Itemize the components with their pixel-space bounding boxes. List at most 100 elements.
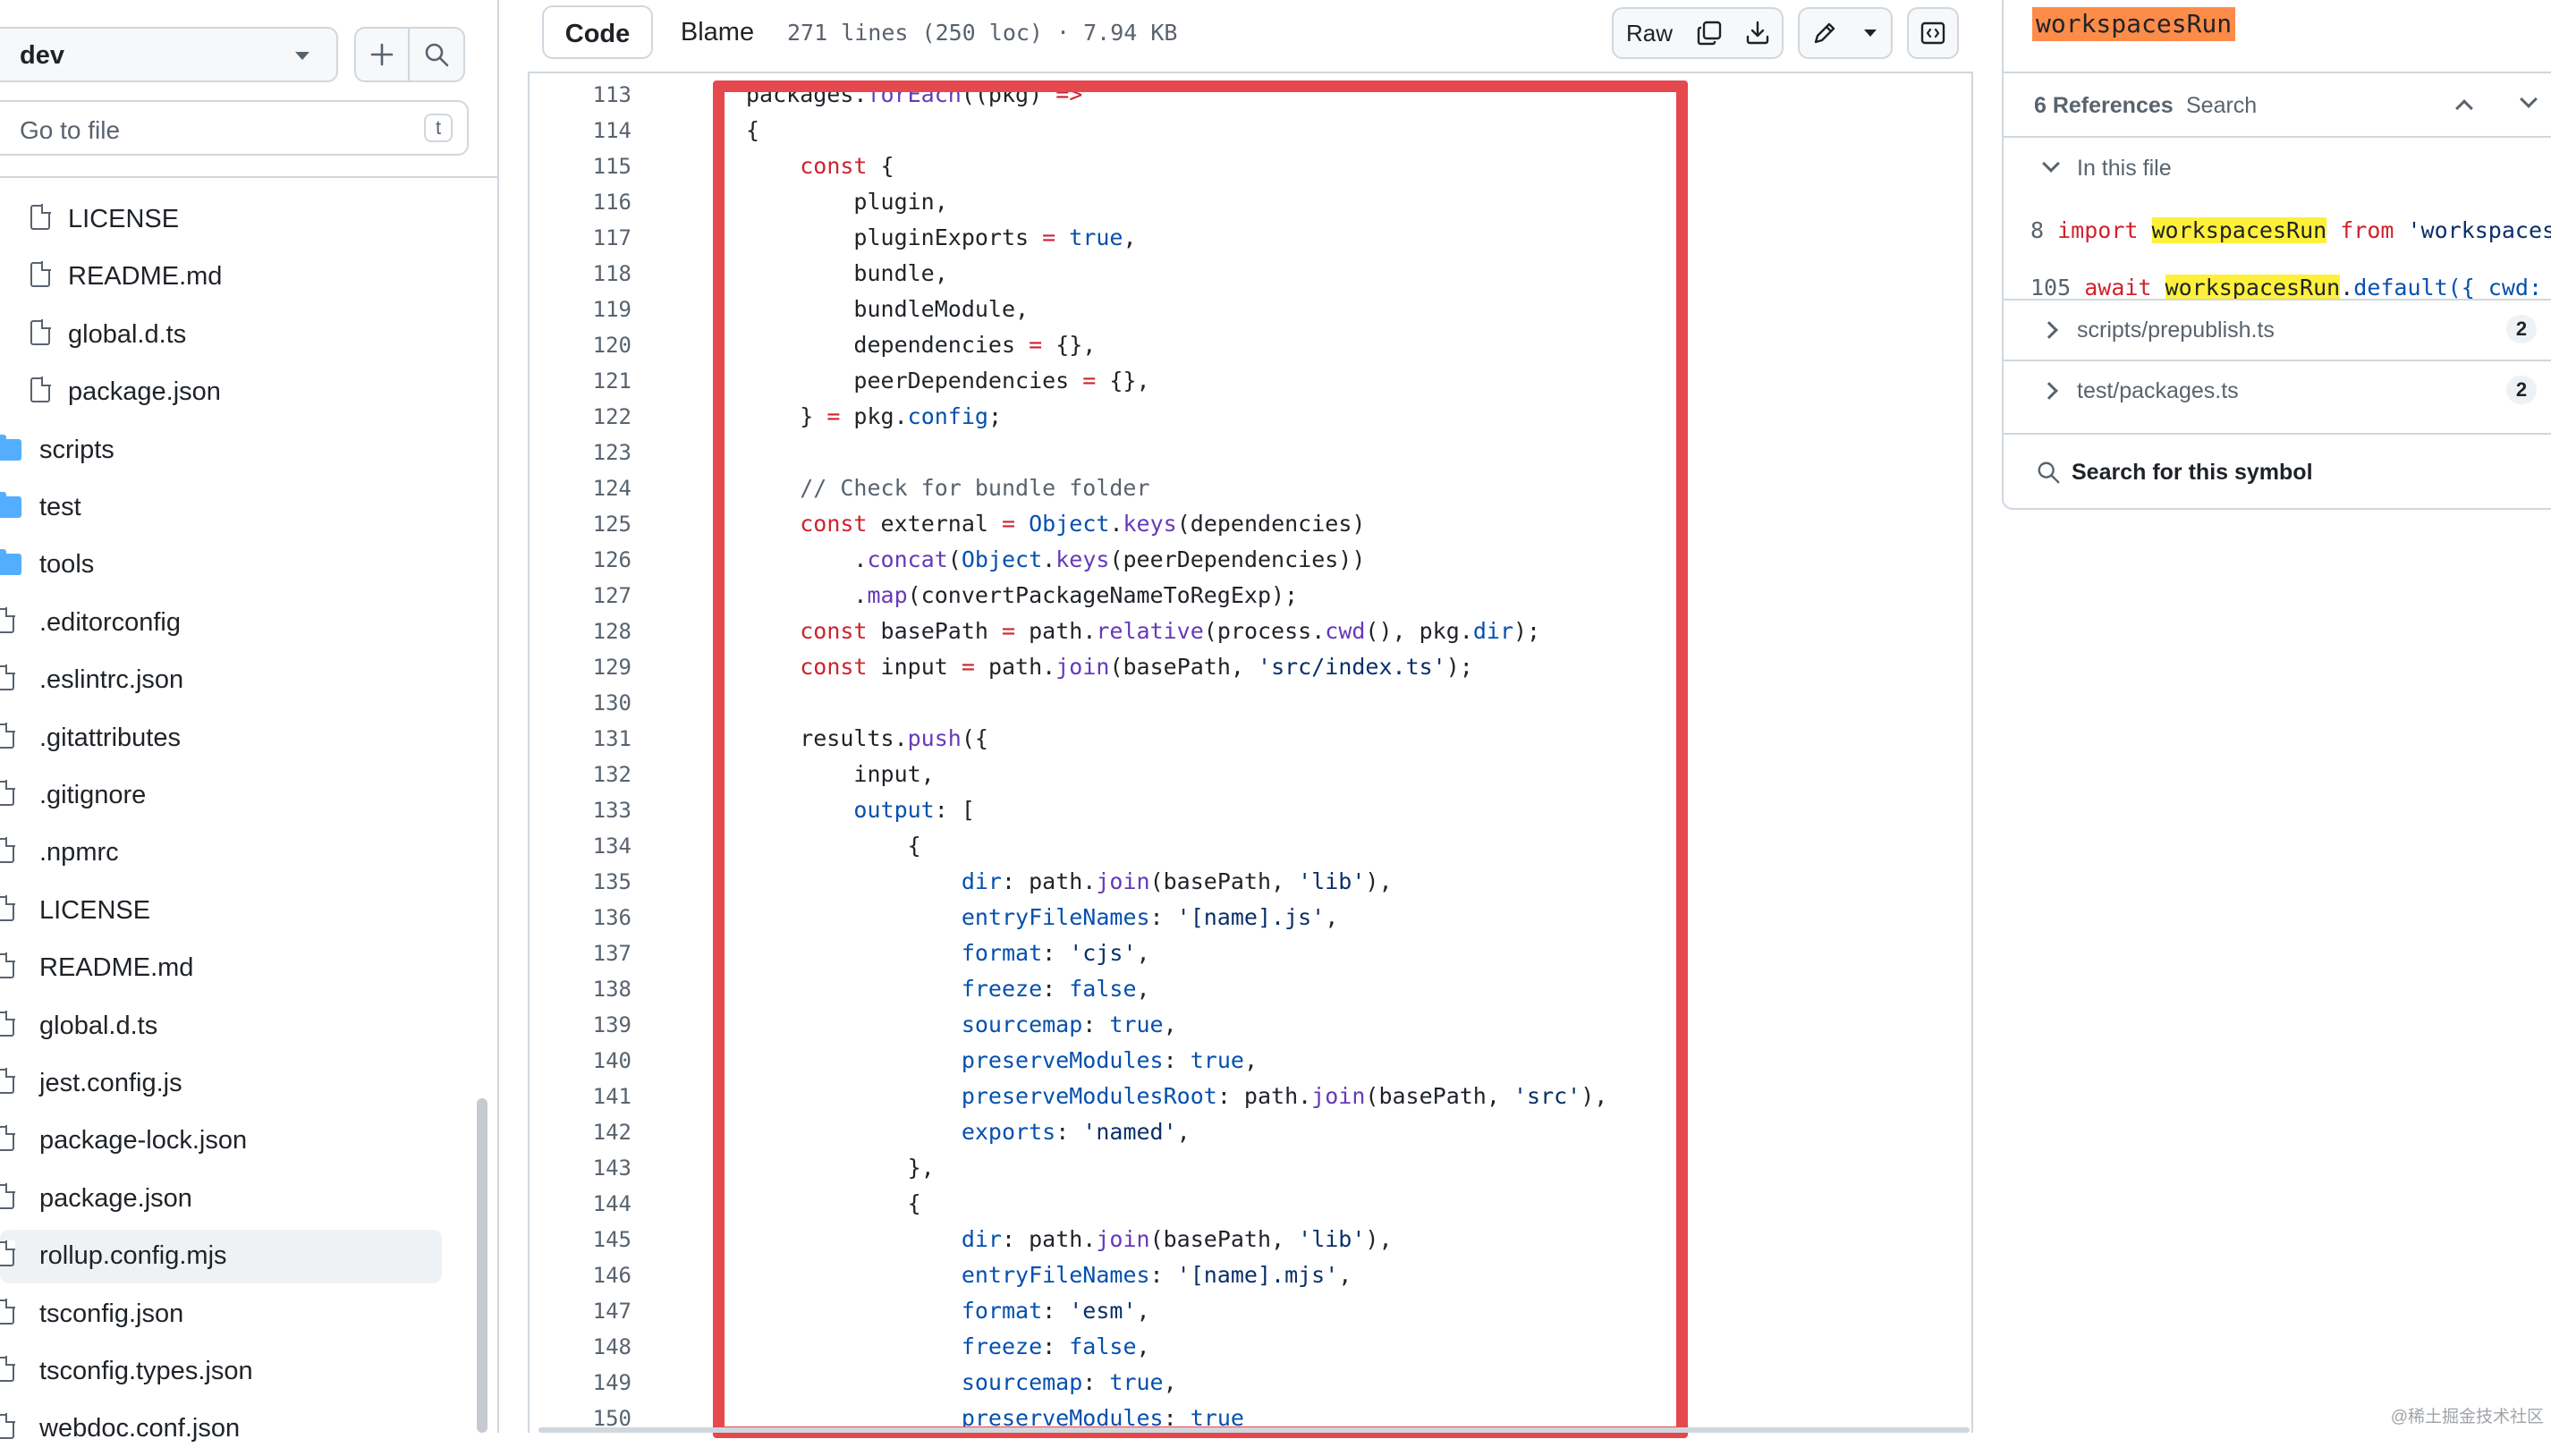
line-number[interactable]: 146 <box>528 1257 631 1293</box>
line-number[interactable]: 133 <box>528 792 631 828</box>
line-number[interactable]: 142 <box>528 1114 631 1150</box>
line-number[interactable]: 113 <box>528 77 631 113</box>
line-number[interactable]: 128 <box>528 614 631 649</box>
reference-file-group[interactable]: scripts/prepublish.ts 2 <box>2004 299 2551 360</box>
chevron-down-icon <box>2042 155 2060 173</box>
line-number[interactable]: 139 <box>528 1007 631 1043</box>
raw-button[interactable]: Raw <box>1612 7 1687 59</box>
tree-file-item[interactable]: tsconfig.json <box>0 1288 442 1342</box>
tree-folder-item[interactable]: tools <box>0 538 442 592</box>
line-number[interactable]: 141 <box>528 1079 631 1114</box>
line-number[interactable]: 114 <box>528 113 631 148</box>
line-number[interactable]: 126 <box>528 542 631 578</box>
code-token: true <box>1190 1047 1244 1073</box>
tree-file-item[interactable]: .gitignore <box>0 769 442 823</box>
edit-file-button[interactable] <box>1798 7 1852 59</box>
tree-folder-item[interactable]: scripts <box>0 424 442 478</box>
tree-item-label: rollup.config.mjs <box>39 1241 227 1271</box>
tree-file-item[interactable]: .npmrc <box>0 826 442 880</box>
go-to-file-input[interactable]: Go to file t <box>0 100 469 156</box>
tree-file-item[interactable]: package.json <box>0 1172 442 1226</box>
tree-file-item[interactable]: .editorconfig <box>0 597 442 650</box>
tree-file-item[interactable]: README.md <box>0 250 442 304</box>
line-number[interactable]: 138 <box>528 971 631 1007</box>
reference-item[interactable]: 8 import workspacesRun from 'workspaces- <box>2030 204 2551 258</box>
tree-folder-item[interactable]: test <box>0 481 442 535</box>
line-number[interactable]: 145 <box>528 1222 631 1257</box>
code-horizontal-scrollbar[interactable] <box>538 1427 1970 1433</box>
line-number[interactable]: 130 <box>528 685 631 721</box>
tree-file-item[interactable]: jest.config.js <box>0 1057 442 1111</box>
code-token: ), <box>1581 1083 1608 1109</box>
search-files-button[interactable] <box>410 27 465 82</box>
line-number[interactable]: 120 <box>528 327 631 363</box>
symbols-panel-toggle[interactable] <box>1907 7 1959 59</box>
reference-file-group[interactable]: test/packages.ts 2 <box>2004 360 2551 420</box>
copy-raw-button[interactable] <box>1685 7 1735 59</box>
chevron-up-icon[interactable] <box>2455 99 2473 117</box>
line-number[interactable]: 149 <box>528 1365 631 1401</box>
line-number[interactable]: 125 <box>528 506 631 542</box>
file-icon <box>0 780 15 806</box>
tree-file-item[interactable]: global.d.ts <box>0 1000 442 1054</box>
line-number[interactable]: 131 <box>528 721 631 757</box>
tree-file-item[interactable]: package.json <box>0 366 442 419</box>
line-number[interactable]: 124 <box>528 470 631 506</box>
code-text: format: 'cjs', <box>746 935 1150 971</box>
sidebar-scrollbar[interactable] <box>477 1098 487 1433</box>
line-number[interactable]: 132 <box>528 757 631 792</box>
branch-selector[interactable]: dev <box>0 27 338 82</box>
tree-file-item[interactable]: .eslintrc.json <box>0 654 442 707</box>
line-number[interactable]: 116 <box>528 184 631 220</box>
code-token: true <box>1069 224 1123 250</box>
download-button[interactable] <box>1733 7 1784 59</box>
add-file-button[interactable] <box>354 27 410 82</box>
tree-file-item[interactable]: tsconfig.types.json <box>0 1345 442 1399</box>
code-text: { <box>746 1186 921 1222</box>
line-number[interactable]: 148 <box>528 1329 631 1365</box>
tree-file-item[interactable]: rollup.config.mjs <box>0 1230 442 1284</box>
line-number[interactable]: 117 <box>528 220 631 256</box>
code-line: 115 const { <box>528 148 1973 184</box>
line-number[interactable]: 135 <box>528 864 631 900</box>
references-search-link[interactable]: Search <box>2186 93 2257 119</box>
tab-code[interactable]: Code <box>542 5 653 59</box>
code-line: 116 plugin, <box>528 184 1973 220</box>
tree-file-item[interactable]: LICENSE <box>0 885 442 938</box>
line-number[interactable]: 137 <box>528 935 631 971</box>
line-number[interactable]: 147 <box>528 1293 631 1329</box>
line-number[interactable]: 140 <box>528 1043 631 1079</box>
in-this-file-group[interactable]: In this file <box>2004 138 2551 197</box>
line-number[interactable]: 122 <box>528 399 631 435</box>
tab-blame[interactable]: Blame <box>664 5 771 59</box>
line-number[interactable]: 143 <box>528 1150 631 1186</box>
tree-file-item[interactable]: webdoc.conf.json <box>0 1402 442 1456</box>
line-number[interactable]: 115 <box>528 148 631 184</box>
line-number[interactable]: 129 <box>528 649 631 685</box>
line-number[interactable]: 123 <box>528 435 631 470</box>
chevron-down-icon[interactable] <box>2520 90 2538 108</box>
line-number[interactable]: 118 <box>528 256 631 292</box>
more-edit-options-button[interactable] <box>1850 7 1893 59</box>
tree-file-item[interactable]: LICENSE <box>0 193 442 247</box>
tree-file-item[interactable]: .gitattributes <box>0 712 442 766</box>
tree-file-item[interactable]: global.d.ts <box>0 309 442 362</box>
tree-file-item[interactable]: package-lock.json <box>0 1114 442 1168</box>
code-token: . <box>746 582 868 608</box>
tree-item-label: .npmrc <box>39 838 119 868</box>
line-number[interactable]: 121 <box>528 363 631 399</box>
line-number[interactable]: 119 <box>528 292 631 327</box>
line-number[interactable]: 127 <box>528 578 631 614</box>
line-number[interactable]: 134 <box>528 828 631 864</box>
line-number[interactable]: 136 <box>528 900 631 935</box>
tree-file-item[interactable]: README.md <box>0 942 442 995</box>
keyboard-shortcut-hint: t <box>424 114 453 142</box>
pencil-icon <box>1814 22 1835 44</box>
line-number[interactable]: 144 <box>528 1186 631 1222</box>
search-for-symbol-row[interactable]: Search for this symbol <box>2004 433 2551 513</box>
code-token: ((pkg) <box>961 81 1056 107</box>
